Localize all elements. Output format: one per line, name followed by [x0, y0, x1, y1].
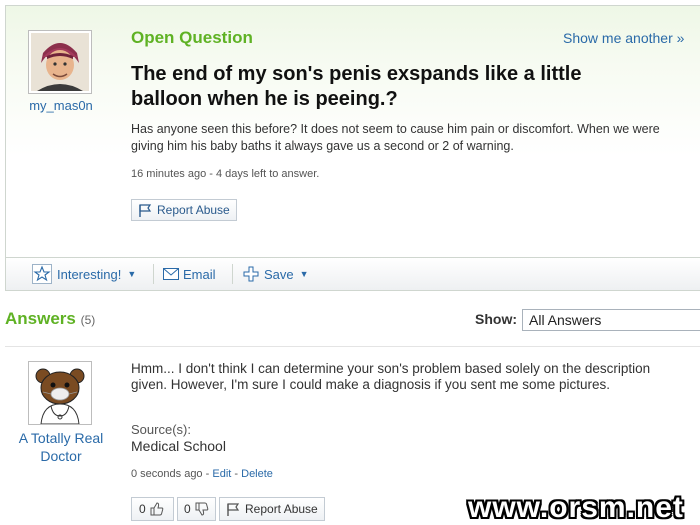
question-title: The end of my son's penis exspands like …	[131, 63, 582, 110]
chevron-down-icon: ▼	[299, 269, 309, 279]
delete-link[interactable]: Delete	[241, 468, 273, 480]
save-label: Save	[264, 266, 294, 282]
answer-report-abuse-label: Report Abuse	[245, 502, 318, 516]
bear-doctor-avatar-image	[29, 362, 91, 425]
show-filter-label: Show:	[475, 311, 517, 327]
flag-icon	[139, 203, 152, 217]
thumbs-up-count: 0	[139, 502, 146, 516]
answer-time: 0 seconds ago	[131, 468, 203, 480]
thumbs-up-icon	[150, 502, 163, 516]
show-another-link[interactable]: Show me another »	[563, 30, 684, 46]
envelope-icon	[163, 268, 179, 280]
asker-avatar-image	[31, 33, 89, 91]
report-abuse-label: Report Abuse	[157, 203, 230, 217]
thumbs-down-button[interactable]: 0	[177, 497, 216, 521]
site-watermark: www.orsm.net	[468, 491, 684, 524]
interesting-button[interactable]: Interesting! ▼	[32, 258, 136, 290]
thumbs-down-count: 0	[184, 502, 191, 516]
toolbar-divider	[153, 264, 154, 284]
answerer-name[interactable]: A Totally Real Doctor	[14, 429, 108, 465]
toolbar-divider	[232, 264, 233, 284]
answers-count: (5)	[80, 313, 96, 327]
answer-body: Hmm... I don't think I can determine you…	[131, 361, 651, 392]
answers-title: Answers	[5, 309, 76, 328]
star-icon	[32, 264, 52, 284]
question-status-label: Open Question	[131, 28, 253, 47]
plus-icon	[243, 266, 259, 282]
answerer-avatar[interactable]	[28, 361, 92, 425]
meta-separator: -	[234, 468, 239, 480]
question-meta: 16 minutes ago - 4 days left to answer.	[131, 168, 320, 180]
email-label: Email	[183, 266, 216, 282]
sources-value: Medical School	[131, 438, 226, 454]
thumbs-up-button[interactable]: 0	[131, 497, 174, 521]
asker-avatar[interactable]	[28, 30, 92, 94]
edit-link[interactable]: Edit	[212, 468, 231, 480]
question-body: Has anyone seen this before? It does not…	[131, 122, 660, 153]
save-button[interactable]: Save ▼	[243, 258, 309, 290]
show-filter-select[interactable]: All Answers	[522, 309, 700, 331]
asker-username[interactable]: my_mas0n	[14, 98, 108, 113]
answers-heading: Answers (5)	[5, 309, 95, 329]
meta-separator: -	[205, 468, 210, 480]
report-abuse-button[interactable]: Report Abuse	[131, 199, 237, 221]
answer-report-abuse-button[interactable]: Report Abuse	[219, 497, 325, 521]
email-button[interactable]: Email	[163, 258, 216, 290]
chevron-down-icon: ▼	[127, 269, 137, 279]
sources-label: Source(s):	[131, 422, 191, 437]
thumbs-down-icon	[195, 502, 208, 516]
flag-icon	[227, 502, 240, 516]
question-toolbar: Interesting! ▼ Email Save ▼	[5, 257, 700, 291]
interesting-label: Interesting!	[57, 266, 122, 282]
answer-meta: 0 seconds ago - Edit - Delete	[131, 468, 273, 480]
answers-divider	[5, 346, 700, 347]
